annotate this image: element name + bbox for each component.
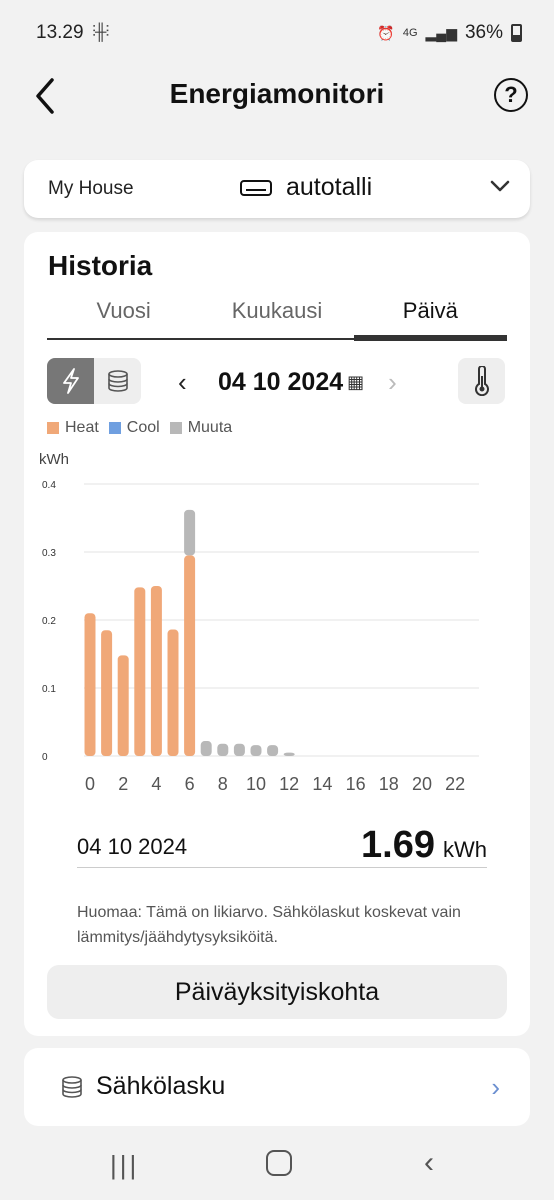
y-tick-label: 0 — [42, 752, 48, 763]
y-tick-label: 0.2 — [42, 616, 56, 627]
legend-swatch — [47, 422, 59, 434]
y-tick-label: 0.4 — [42, 480, 56, 491]
chevron-right-icon: › — [491, 1072, 500, 1102]
energy-view-button[interactable] — [47, 358, 94, 404]
x-tick-label: 12 — [279, 774, 299, 794]
y-axis-label: kWh — [39, 451, 69, 468]
bar-muuta-hour-11[interactable] — [267, 745, 279, 756]
bar-muuta-hour-6[interactable] — [184, 509, 196, 556]
alarm-icon: ⏰ — [377, 24, 395, 41]
page-title: Energiamonitori — [169, 78, 385, 109]
x-tick-label: 18 — [379, 774, 399, 794]
previous-date-button[interactable]: ‹ — [178, 367, 204, 398]
bar-heat-hour-1[interactable] — [101, 630, 113, 756]
audio-wave-icon: ⫶╫⫶ — [92, 24, 109, 41]
disclaimer-note: Huomaa: Tämä on likiarvo. Sähkölaskut ko… — [77, 904, 461, 946]
legend-label: Cool — [126, 419, 160, 436]
bill-label: Sähkölasku — [96, 1072, 226, 1100]
date-label[interactable]: 04 10 2024 — [218, 368, 343, 397]
recent-apps-button[interactable]: ||| — [110, 1150, 139, 1181]
coins-icon — [62, 1076, 82, 1098]
day-details-button[interactable]: Päiväyksityiskohta — [47, 965, 507, 1019]
x-tick-label: 8 — [218, 774, 228, 794]
x-tick-label: 0 — [85, 774, 95, 794]
tab-year[interactable]: Vuosi — [47, 294, 200, 338]
tab-month[interactable]: Kuukausi — [200, 294, 353, 338]
legend-label: Heat — [65, 419, 99, 436]
bill-row[interactable]: Sähkölasku › — [24, 1048, 530, 1126]
view-toggle — [47, 358, 141, 404]
battery-icon — [511, 24, 522, 42]
bar-muuta-hour-12[interactable] — [283, 752, 295, 756]
x-tick-label: 10 — [246, 774, 266, 794]
y-tick-label: 0.3 — [42, 548, 56, 559]
section-title: Historia — [48, 250, 153, 281]
temperature-button[interactable] — [458, 358, 505, 404]
legend-item-cool: Cool — [108, 419, 160, 437]
tab-day[interactable]: Päivä — [353, 294, 508, 341]
home-button[interactable] — [266, 1150, 292, 1176]
status-time: 13.29 — [36, 22, 84, 43]
bar-heat-hour-4[interactable] — [150, 586, 162, 756]
date-navigator: ‹ 04 10 2024 ▦ › — [178, 364, 397, 400]
bar-heat-hour-6[interactable] — [184, 555, 196, 756]
bar-heat-hour-3[interactable] — [134, 587, 146, 756]
x-tick-label: 20 — [412, 774, 432, 794]
legend-swatch — [108, 422, 121, 434]
x-tick-label: 16 — [346, 774, 366, 794]
x-tick-label: 4 — [151, 774, 161, 794]
next-date-button[interactable]: › — [388, 367, 397, 398]
bar-heat-hour-5[interactable] — [167, 629, 179, 756]
summary-row: 04 10 2024 1.69 kWh — [77, 824, 487, 868]
bar-muuta-hour-7[interactable] — [200, 741, 212, 756]
summary-value: 1.69 kWh — [361, 824, 487, 867]
chevron-down-icon[interactable] — [488, 174, 512, 198]
bar-muuta-hour-9[interactable] — [233, 743, 245, 756]
system-back-button[interactable]: ‹ — [424, 1146, 434, 1180]
x-tick-label: 22 — [445, 774, 465, 794]
energy-chart: kWh 0 0.1 0.2 0.3 0.4 0 2 4 6 8 10 12 14 16 18 20 22 — [24, 448, 530, 818]
house-selector[interactable]: My House autotalli — [24, 160, 530, 218]
legend-label: Muuta — [187, 419, 233, 436]
legend-item-heat: Heat — [47, 419, 99, 437]
x-tick-label: 2 — [118, 774, 128, 794]
status-right: ⏰ 4G ▂▄▆ 36% — [377, 22, 522, 44]
history-card: Historia Vuosi Kuukausi Päivä ‹ 04 10 20… — [24, 232, 530, 1036]
legend-swatch — [169, 422, 182, 434]
bar-heat-hour-0[interactable] — [84, 613, 96, 756]
cost-view-button[interactable] — [94, 358, 141, 404]
lightning-icon — [62, 368, 79, 394]
signal-icon: ▂▄▆ — [425, 24, 457, 41]
help-button[interactable]: ? — [494, 78, 528, 112]
bar-muuta-hour-10[interactable] — [250, 745, 262, 756]
x-tick-label: 6 — [185, 774, 195, 794]
legend-item-other: Muuta — [169, 419, 233, 437]
summary-date: 04 10 2024 — [77, 834, 188, 859]
status-bar: 13.29 ⫶╫⫶ ⏰ 4G ▂▄▆ 36% — [0, 0, 554, 66]
system-nav-bar: ||| ‹ — [0, 1128, 554, 1200]
question-icon: ? — [504, 82, 518, 107]
device-selector[interactable]: autotalli — [240, 173, 372, 202]
thermometer-icon — [474, 366, 489, 396]
bar-heat-hour-2[interactable] — [117, 655, 129, 756]
total-unit: kWh — [443, 837, 487, 862]
calendar-icon[interactable]: ▦ — [347, 372, 364, 393]
network-type: 4G — [402, 27, 418, 39]
bar-muuta-hour-8[interactable] — [217, 743, 229, 756]
house-name: My House — [48, 178, 134, 199]
total-energy: 1.69 — [361, 824, 435, 866]
air-conditioner-icon — [240, 179, 272, 196]
y-tick-label: 0.1 — [42, 684, 56, 695]
battery-percent: 36% — [464, 22, 503, 43]
period-tabs: Vuosi Kuukausi Päivä — [47, 294, 508, 341]
coins-icon — [107, 370, 128, 392]
app-bar: Energiamonitori ? — [0, 66, 554, 126]
x-tick-label: 14 — [312, 774, 332, 794]
chart-legend: Heat Cool Muuta — [47, 419, 232, 437]
chart-svg: kWh 0 0.1 0.2 0.3 0.4 0 2 4 6 8 10 12 14 16 18 20 22 — [39, 451, 479, 794]
device-name: autotalli — [286, 173, 373, 201]
